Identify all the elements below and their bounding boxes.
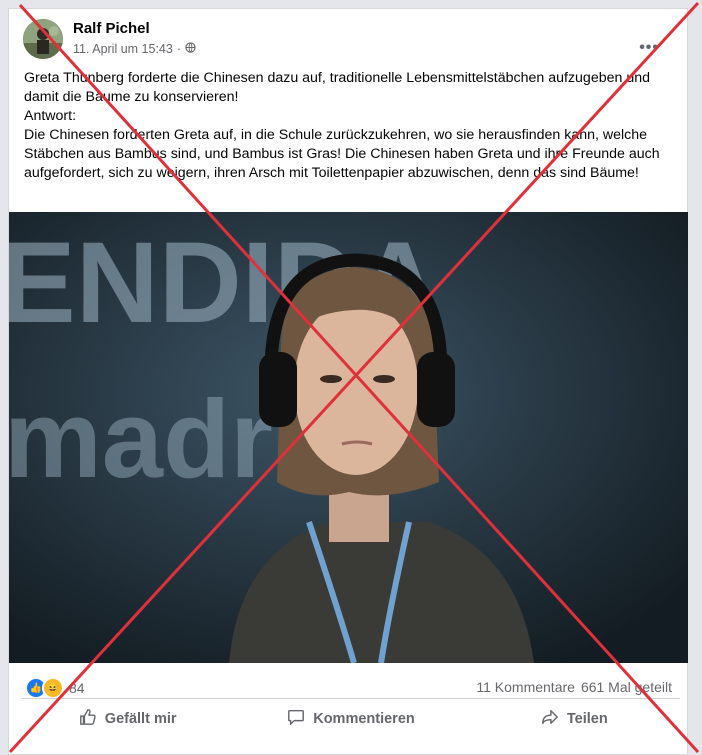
thumbs-up-icon	[79, 708, 97, 730]
post-text: Greta Thunberg forderte die Chinesen daz…	[24, 69, 674, 183]
meta-separator: ·	[176, 42, 182, 56]
haha-reaction-icon: 😆	[42, 677, 64, 699]
post-meta: 11. April um 15:43 ·	[73, 42, 196, 56]
reaction-count[interactable]: 84	[69, 680, 85, 696]
comment-button-label: Kommentieren	[313, 711, 415, 727]
post-paragraph: Die Chinesen forderten Greta auf, in die…	[24, 127, 660, 181]
author-name[interactable]: Ralf Pichel	[73, 20, 150, 37]
actions-divider	[22, 698, 680, 699]
engagement-counts: 11 Kommentare 661 Mal geteilt	[476, 679, 672, 695]
share-arrow-icon	[541, 708, 559, 730]
post-timestamp[interactable]: 11. April um 15:43	[73, 42, 173, 56]
shares-count[interactable]: 661 Mal geteilt	[581, 679, 672, 695]
comment-bubble-icon	[287, 708, 305, 730]
post-photo[interactable]: ENDIDA madrid	[9, 212, 688, 663]
share-button-label: Teilen	[566, 711, 608, 727]
comments-count[interactable]: 11 Kommentare	[476, 679, 575, 695]
post-actions: Gefällt mir Kommentieren Teilen	[16, 702, 686, 736]
reactions-summary[interactable]: 👍 😆 84	[25, 677, 85, 699]
comment-button[interactable]: Kommentieren	[239, 702, 462, 736]
post-paragraph: Antwort:	[24, 108, 77, 124]
globe-icon	[185, 42, 196, 56]
post-header: Ralf Pichel 11. April um 15:43 · •••	[23, 17, 673, 61]
more-options-icon[interactable]: •••	[639, 39, 659, 57]
like-button-label: Gefällt mir	[104, 711, 177, 727]
facebook-post-card: Ralf Pichel 11. April um 15:43 · ••• Gre…	[8, 8, 688, 755]
share-button[interactable]: Teilen	[463, 702, 686, 736]
post-stats: 👍 😆 84 11 Kommentare 661 Mal geteilt	[9, 663, 688, 707]
author-avatar[interactable]	[23, 19, 63, 59]
post-paragraph: Greta Thunberg forderte die Chinesen daz…	[24, 70, 650, 105]
like-button[interactable]: Gefällt mir	[16, 702, 239, 736]
